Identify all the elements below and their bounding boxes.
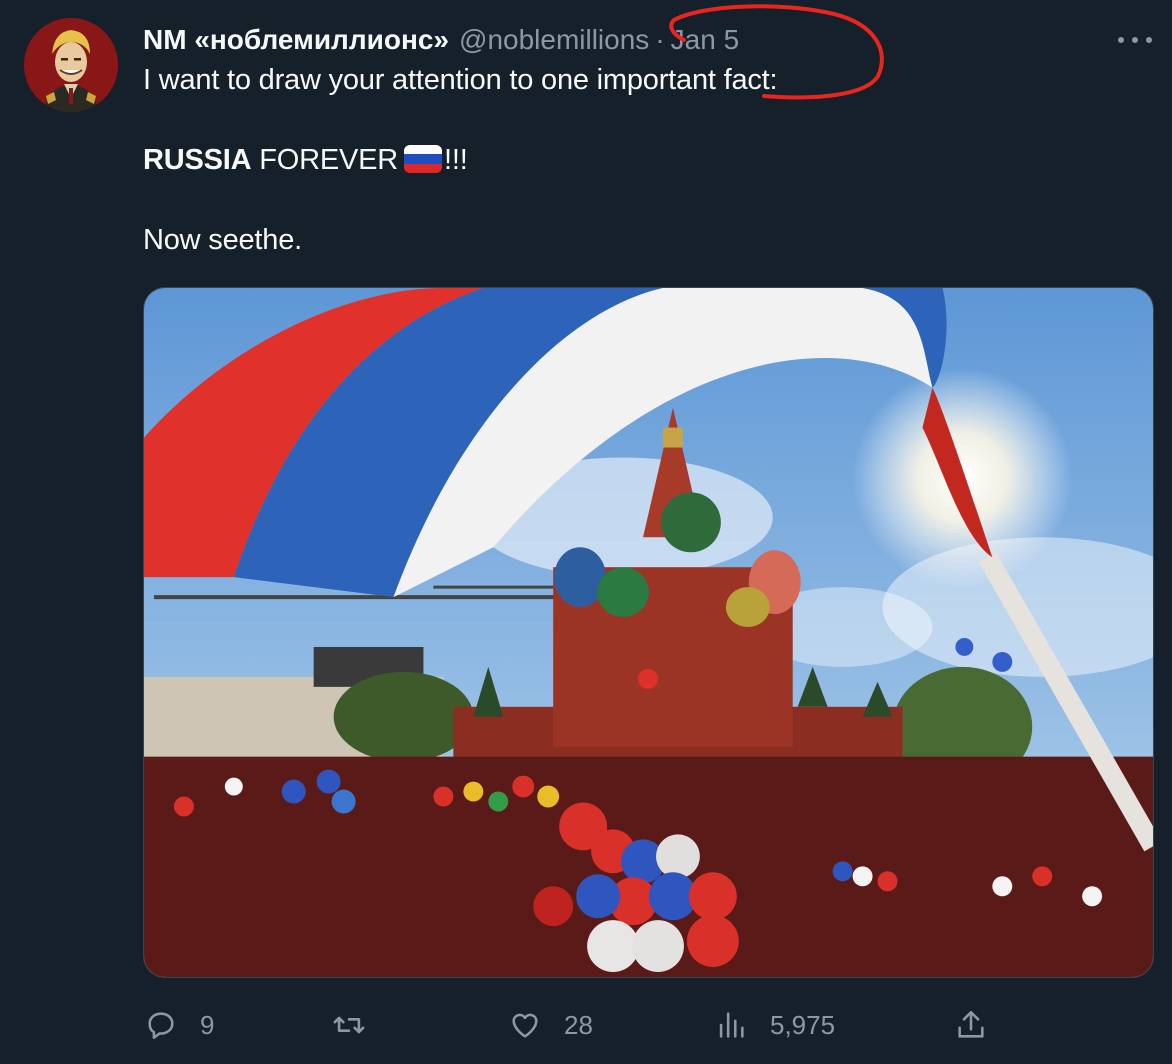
action-bar: 9 28 5,975 <box>0 998 1172 1052</box>
russia-flag-icon <box>404 145 443 173</box>
tweet-text-line3: Now seethe. <box>143 224 302 256</box>
reply-button[interactable]: 9 <box>144 998 214 1052</box>
like-icon <box>512 1013 538 1038</box>
views-icon <box>719 1012 744 1038</box>
views-count: 5,975 <box>770 1009 836 1040</box>
share-button[interactable] <box>954 998 988 1052</box>
like-count: 28 <box>564 1009 593 1040</box>
handle[interactable]: @noblemillions <box>459 24 649 56</box>
tweet-photo[interactable] <box>143 287 1154 978</box>
avatar[interactable] <box>24 18 118 112</box>
retweet-button[interactable] <box>332 998 388 1052</box>
display-name[interactable]: NM «ноблемиллионс» <box>143 24 449 56</box>
tweet-date[interactable]: Jan 5 <box>671 24 740 56</box>
reply-icon <box>148 1012 174 1040</box>
exclamations: !!! <box>444 144 468 176</box>
share-icon <box>958 1010 984 1038</box>
forever-word: FOREVER <box>251 144 399 176</box>
tweet-text-line2: RUSSIA FOREVER!!! <box>143 144 468 177</box>
like-button[interactable]: 28 <box>508 998 593 1052</box>
views-button[interactable]: 5,975 <box>714 998 835 1052</box>
russia-word: RUSSIA <box>143 144 252 176</box>
avatar-image <box>24 18 118 112</box>
red-square-photo-icon <box>144 288 1153 977</box>
reply-count: 9 <box>200 1009 215 1040</box>
retweet-icon <box>333 1016 365 1034</box>
tweet-text-line1: I want to draw your attention to one imp… <box>143 64 778 96</box>
tweet-header: NM «ноблемиллионс» @noblemillions · Jan … <box>143 22 739 58</box>
separator: · <box>655 24 665 55</box>
more-icon[interactable] <box>1118 30 1152 50</box>
